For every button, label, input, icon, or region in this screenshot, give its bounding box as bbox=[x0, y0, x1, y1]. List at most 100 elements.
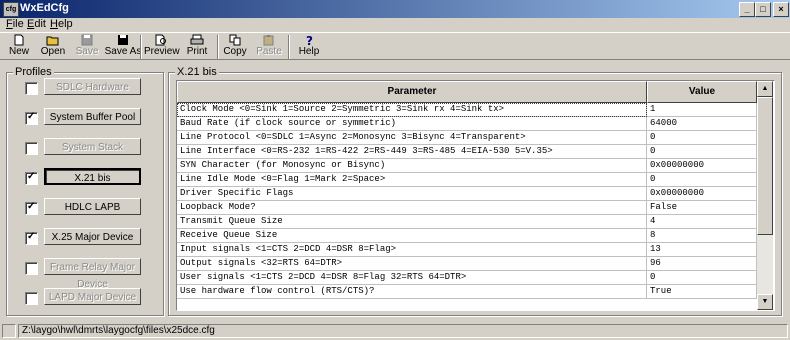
value-cell[interactable]: 13 bbox=[647, 243, 757, 257]
app-icon[interactable]: cfg bbox=[3, 2, 19, 17]
value-cell[interactable]: 8 bbox=[647, 229, 757, 243]
toolbar-separator bbox=[288, 35, 290, 59]
help-question-icon: ? bbox=[294, 34, 324, 46]
value-cell[interactable]: 0 bbox=[647, 131, 757, 145]
parameter-cell: Receive Queue Size bbox=[177, 229, 647, 243]
maximize-icon[interactable]: □ bbox=[755, 2, 771, 17]
menu-edit[interactable]: Edit bbox=[27, 18, 46, 30]
value-cell[interactable]: False bbox=[647, 201, 757, 215]
title-bar[interactable]: cfg WxEdCfg _ □ × bbox=[0, 0, 790, 18]
toolbar-separator bbox=[140, 35, 142, 59]
print-button[interactable]: Print bbox=[182, 34, 212, 59]
paste-button[interactable]: Paste bbox=[254, 34, 284, 59]
value-cell[interactable]: True bbox=[647, 285, 757, 299]
value-cell[interactable]: 4 bbox=[647, 215, 757, 229]
toolbar-label: Help bbox=[298, 46, 320, 57]
profile-button[interactable]: SDLC Hardware bbox=[44, 78, 141, 95]
open-folder-icon bbox=[38, 34, 68, 46]
minimize-icon[interactable]: _ bbox=[739, 2, 755, 17]
copy-button[interactable]: Copy bbox=[220, 34, 250, 59]
profile-button[interactable]: System Stack bbox=[44, 138, 141, 155]
value-cell[interactable]: 0x00000000 bbox=[647, 159, 757, 173]
parameter-cell: Line Interface <0=RS-232 1=RS-422 2=RS-4… bbox=[177, 145, 647, 159]
new-button[interactable]: New bbox=[4, 34, 34, 59]
menu-help[interactable]: Help bbox=[50, 18, 73, 30]
profile-checkbox[interactable] bbox=[25, 262, 38, 275]
table-row[interactable]: Loopback Mode? False bbox=[177, 201, 757, 215]
status-path: Z:\laygo\hwl\dmrts\laygocfg\files\x25dce… bbox=[18, 324, 788, 338]
preview-button[interactable]: Preview bbox=[144, 34, 180, 59]
scroll-up-icon[interactable]: ▲ bbox=[757, 81, 773, 97]
table-row[interactable]: Baud Rate (if clock source or symmetric)… bbox=[177, 117, 757, 131]
paste-icon bbox=[254, 34, 284, 46]
scroll-thumb[interactable] bbox=[757, 97, 773, 235]
table-row[interactable]: Output signals <32=RTS 64=DTR> 96 bbox=[177, 257, 757, 271]
profile-checkbox[interactable] bbox=[25, 292, 38, 305]
toolbar-separator bbox=[217, 35, 219, 59]
save-as-button[interactable]: Save As bbox=[104, 34, 142, 59]
profile-button[interactable]: HDLC LAPB bbox=[44, 198, 141, 215]
menu-bar: File Edit Help bbox=[0, 18, 790, 32]
table-row[interactable]: Input signals <1=CTS 2=DCD 4=DSR 8=Flag>… bbox=[177, 243, 757, 257]
parameter-cell: SYN Character (for Monosync or Bisync) bbox=[177, 159, 647, 173]
parameter-cell: Line Idle Mode <0=Flag 1=Mark 2=Space> bbox=[177, 173, 647, 187]
scroll-down-icon[interactable]: ▼ bbox=[757, 294, 773, 310]
profile-button[interactable]: X.21 bis bbox=[44, 168, 141, 185]
column-header-value[interactable]: Value bbox=[647, 81, 757, 103]
profile-button[interactable]: LAPD Major Device bbox=[44, 288, 141, 305]
profile-checkbox[interactable]: ✓ bbox=[25, 231, 38, 245]
parameter-cell: Clock Mode <0=Sink 1=Source 2=Symmetric … bbox=[177, 103, 647, 117]
toolbar-label: Print bbox=[186, 46, 208, 57]
table-row[interactable]: Line Idle Mode <0=Flag 1=Mark 2=Space> 0 bbox=[177, 173, 757, 187]
printer-icon bbox=[182, 34, 212, 46]
table-row[interactable]: User signals <1=CTS 2=DCD 4=DSR 8=Flag 3… bbox=[177, 271, 757, 285]
toolbar-label: Preview bbox=[144, 46, 180, 57]
new-document-icon bbox=[4, 34, 34, 46]
value-cell[interactable]: 64000 bbox=[647, 117, 757, 131]
value-cell[interactable]: 0x00000000 bbox=[647, 187, 757, 201]
parameter-cell: Output signals <32=RTS 64=DTR> bbox=[177, 257, 647, 271]
status-pane-left bbox=[2, 324, 16, 338]
profile-checkbox[interactable]: ✓ bbox=[25, 111, 38, 125]
profiles-group-label: Profiles bbox=[13, 66, 54, 78]
toolbar: New Open Save Save As Preview Print Copy Paste?… bbox=[0, 32, 790, 60]
table-row[interactable]: Driver Specific Flags 0x00000000 bbox=[177, 187, 757, 201]
toolbar-label: Save As bbox=[104, 46, 142, 57]
profile-checkbox[interactable]: ✓ bbox=[25, 201, 38, 215]
column-header-parameter[interactable]: Parameter bbox=[177, 81, 647, 103]
table-row[interactable]: Line Protocol <0=SDLC 1=Async 2=Monosync… bbox=[177, 131, 757, 145]
menu-file[interactable]: File bbox=[6, 18, 24, 30]
profile-checkbox[interactable]: ✓ bbox=[25, 171, 38, 185]
table-row[interactable]: Clock Mode <0=Sink 1=Source 2=Symmetric … bbox=[177, 103, 757, 117]
svg-text:?: ? bbox=[306, 34, 313, 46]
value-cell[interactable]: 0 bbox=[647, 271, 757, 285]
table-row[interactable]: Use hardware flow control (RTS/CTS)? True bbox=[177, 285, 757, 299]
save-disk-icon bbox=[72, 34, 102, 46]
profile-button[interactable]: X.25 Major Device bbox=[44, 228, 141, 245]
help-button[interactable]: ? Help bbox=[294, 34, 324, 59]
close-icon[interactable]: × bbox=[773, 2, 789, 17]
profile-checkbox[interactable] bbox=[25, 142, 38, 155]
profile-checkbox[interactable] bbox=[25, 82, 38, 95]
window-title: WxEdCfg bbox=[20, 2, 69, 14]
profile-button[interactable]: Frame Relay Major Device bbox=[44, 258, 141, 290]
save-as-disk-icon bbox=[104, 34, 142, 46]
value-cell[interactable]: 96 bbox=[647, 257, 757, 271]
value-cell[interactable]: 0 bbox=[647, 173, 757, 187]
vertical-scrollbar[interactable]: ▲ ▼ bbox=[757, 81, 773, 310]
print-preview-icon bbox=[144, 34, 178, 46]
table-row[interactable]: SYN Character (for Monosync or Bisync) 0x… bbox=[177, 159, 757, 173]
parameter-cell: User signals <1=CTS 2=DCD 4=DSR 8=Flag 3… bbox=[177, 271, 647, 285]
value-cell[interactable]: 0 bbox=[647, 145, 757, 159]
value-cell[interactable]: 1 bbox=[647, 103, 757, 117]
parameter-cell: Use hardware flow control (RTS/CTS)? bbox=[177, 285, 647, 299]
table-row[interactable]: Transmit Queue Size 4 bbox=[177, 215, 757, 229]
parameter-cell: Baud Rate (if clock source or symmetric) bbox=[177, 117, 647, 131]
save-button[interactable]: Save bbox=[72, 34, 102, 59]
profile-button[interactable]: System Buffer Pool bbox=[44, 108, 141, 125]
open-button[interactable]: Open bbox=[38, 34, 68, 59]
parameter-grid: Parameter Value Clock Mode <0=Sink 1=Sou… bbox=[176, 80, 775, 311]
status-bar: Z:\laygo\hwl\dmrts\laygocfg\files\x25dce… bbox=[0, 322, 790, 340]
table-row[interactable]: Receive Queue Size 8 bbox=[177, 229, 757, 243]
table-row[interactable]: Line Interface <0=RS-232 1=RS-422 2=RS-4… bbox=[177, 145, 757, 159]
